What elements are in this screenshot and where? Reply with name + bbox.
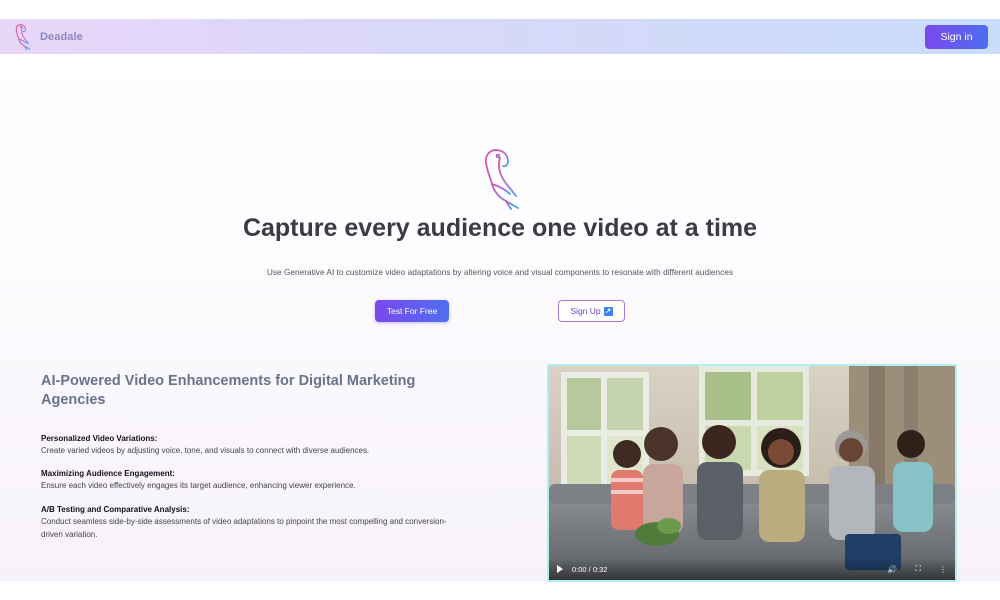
- feature-title: A/B Testing and Comparative Analysis:: [41, 505, 190, 514]
- features-heading: AI-Powered Video Enhancements for Digita…: [41, 373, 416, 408]
- feature-title: Personalized Video Variations:: [41, 434, 158, 443]
- video-time: 0:00 / 0:32: [572, 564, 608, 574]
- sign-in-button[interactable]: Sign in: [925, 25, 988, 49]
- hero-subtitle: Use Generative AI to customize video ada…: [266, 267, 734, 277]
- feature-description: Conduct seamless side-by-side assessment…: [41, 517, 447, 539]
- fullscreen-icon[interactable]: ⛶: [915, 564, 921, 574]
- top-navbar: Deadale Sign in: [0, 19, 1000, 54]
- play-icon[interactable]: [557, 565, 563, 573]
- volume-icon[interactable]: 🔊: [887, 565, 897, 574]
- test-for-free-button[interactable]: Test For Free: [375, 300, 449, 322]
- video-player[interactable]: 0:00 / 0:32 🔊 ⛶ ⋮: [547, 364, 957, 582]
- brand[interactable]: Deadale: [12, 23, 83, 50]
- feature-description: Create varied videos by adjusting voice,…: [41, 446, 370, 455]
- hero-title: Capture every audience one video at a ti…: [242, 214, 758, 242]
- north-east-arrow-icon: ↗: [603, 306, 613, 316]
- family-video-frame: [549, 366, 955, 580]
- feature-item: Personalized Video Variations: Create va…: [41, 433, 461, 458]
- parrot-hero-logo-icon: [484, 149, 519, 210]
- feature-item: Maximizing Audience Engagement: Ensure e…: [41, 468, 461, 493]
- feature-item: A/B Testing and Comparative Analysis: Co…: [41, 504, 461, 541]
- feature-description: Ensure each video effectively engages it…: [41, 481, 356, 490]
- more-options-icon[interactable]: ⋮: [939, 565, 947, 574]
- main-content: Capture every audience one video at a ti…: [0, 54, 1000, 582]
- feature-title: Maximizing Audience Engagement:: [41, 469, 175, 478]
- video-controls: 0:00 / 0:32 🔊 ⛶ ⋮: [549, 558, 955, 580]
- parrot-logo-icon: [15, 24, 31, 50]
- brand-name: Deadale: [40, 30, 83, 43]
- sign-up-label: Sign Up: [570, 306, 601, 316]
- sign-up-button[interactable]: Sign Up ↗: [558, 300, 625, 322]
